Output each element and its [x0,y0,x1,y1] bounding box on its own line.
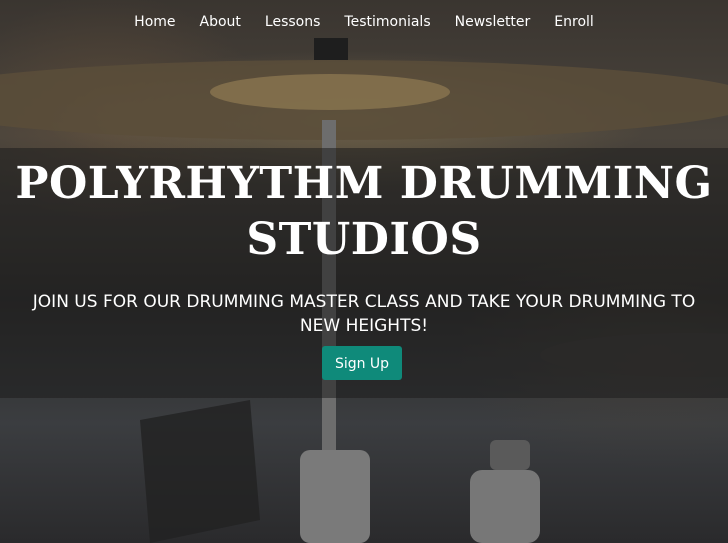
sign-up-button[interactable]: Sign Up [322,346,402,380]
hero-title-line-2: STUDIOS [246,214,482,265]
nav-link-testimonials[interactable]: Testimonials [332,14,442,30]
hero-title-line-1: POLYRHYTHM DRUMMING [15,158,713,209]
hero-title: POLYRHYTHM DRUMMING STUDIOS [0,156,728,268]
nav-link-newsletter[interactable]: Newsletter [443,14,543,30]
hero-subtitle: JOIN US FOR OUR DRUMMING MASTER CLASS AN… [0,290,728,338]
nav-link-about[interactable]: About [188,14,253,30]
nav-link-enroll[interactable]: Enroll [542,14,606,30]
nav-link-home[interactable]: Home [122,14,187,30]
hero-subtitle-line-1: JOIN US FOR OUR DRUMMING MASTER CLASS AN… [32,292,696,312]
main-navigation: Home About Lessons Testimonials Newslett… [0,0,728,44]
hero-subtitle-line-2: NEW HEIGHTS! [299,316,429,336]
nav-link-lessons[interactable]: Lessons [253,14,333,30]
landing-page: Home About Lessons Testimonials Newslett… [0,0,728,543]
